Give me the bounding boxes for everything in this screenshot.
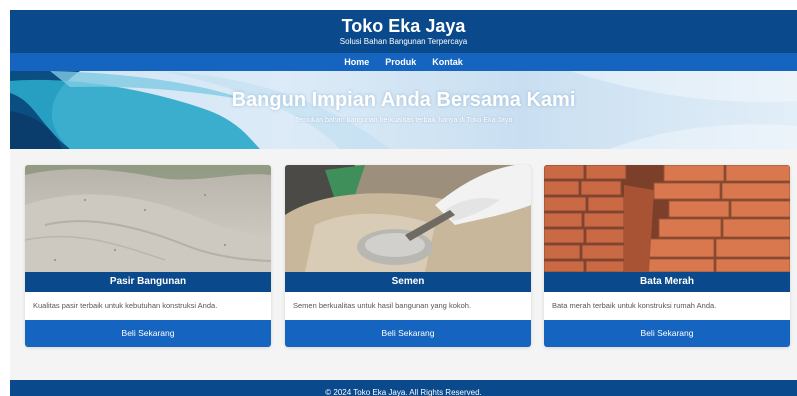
hero-subtitle: Temukan bahan bangunan berkualitas terba…: [294, 117, 513, 124]
product-card-semen: Semen Semen berkualitas untuk hasil bang…: [285, 165, 531, 347]
page: Toko Eka Jaya Solusi Bahan Bangunan Terp…: [10, 10, 797, 396]
footer-copyright: © 2024 Toko Eka Jaya. All Rights Reserve…: [325, 388, 482, 396]
nav-link-home[interactable]: Home: [336, 57, 377, 67]
product-title: Bata Merah: [544, 272, 790, 292]
main-nav: Home Produk Kontak: [10, 53, 797, 71]
buy-button-semen[interactable]: Beli Sekarang: [285, 320, 531, 347]
site-title: Toko Eka Jaya: [341, 16, 466, 36]
site-footer: © 2024 Toko Eka Jaya. All Rights Reserve…: [10, 380, 797, 396]
hero-banner: Bangun Impian Anda Bersama Kami Temukan …: [10, 71, 797, 149]
site-tagline: Solusi Bahan Bangunan Terpercaya: [339, 37, 468, 46]
nav-link-produk[interactable]: Produk: [377, 57, 424, 67]
sand-image: [25, 165, 271, 272]
product-title: Semen: [285, 272, 531, 292]
product-title: Pasir Bangunan: [25, 272, 271, 292]
buy-button-pasir[interactable]: Beli Sekarang: [25, 320, 271, 347]
nav-link-kontak[interactable]: Kontak: [424, 57, 471, 67]
hero-title: Bangun Impian Anda Bersama Kami: [231, 89, 576, 111]
cement-image: [285, 165, 531, 272]
product-description: Bata merah terbaik untuk konstruksi ruma…: [552, 301, 717, 310]
site-header: Toko Eka Jaya Solusi Bahan Bangunan Terp…: [10, 10, 797, 53]
buy-button-bata[interactable]: Beli Sekarang: [544, 320, 790, 347]
product-description: Kualitas pasir terbaik untuk kebutuhan k…: [33, 301, 218, 310]
product-description: Semen berkualitas untuk hasil bangunan y…: [293, 301, 472, 310]
product-card-pasir: Pasir Bangunan Kualitas pasir terbaik un…: [25, 165, 271, 347]
brick-image: [544, 165, 790, 272]
product-card-bata: Bata Merah Bata merah terbaik untuk kons…: [544, 165, 790, 347]
